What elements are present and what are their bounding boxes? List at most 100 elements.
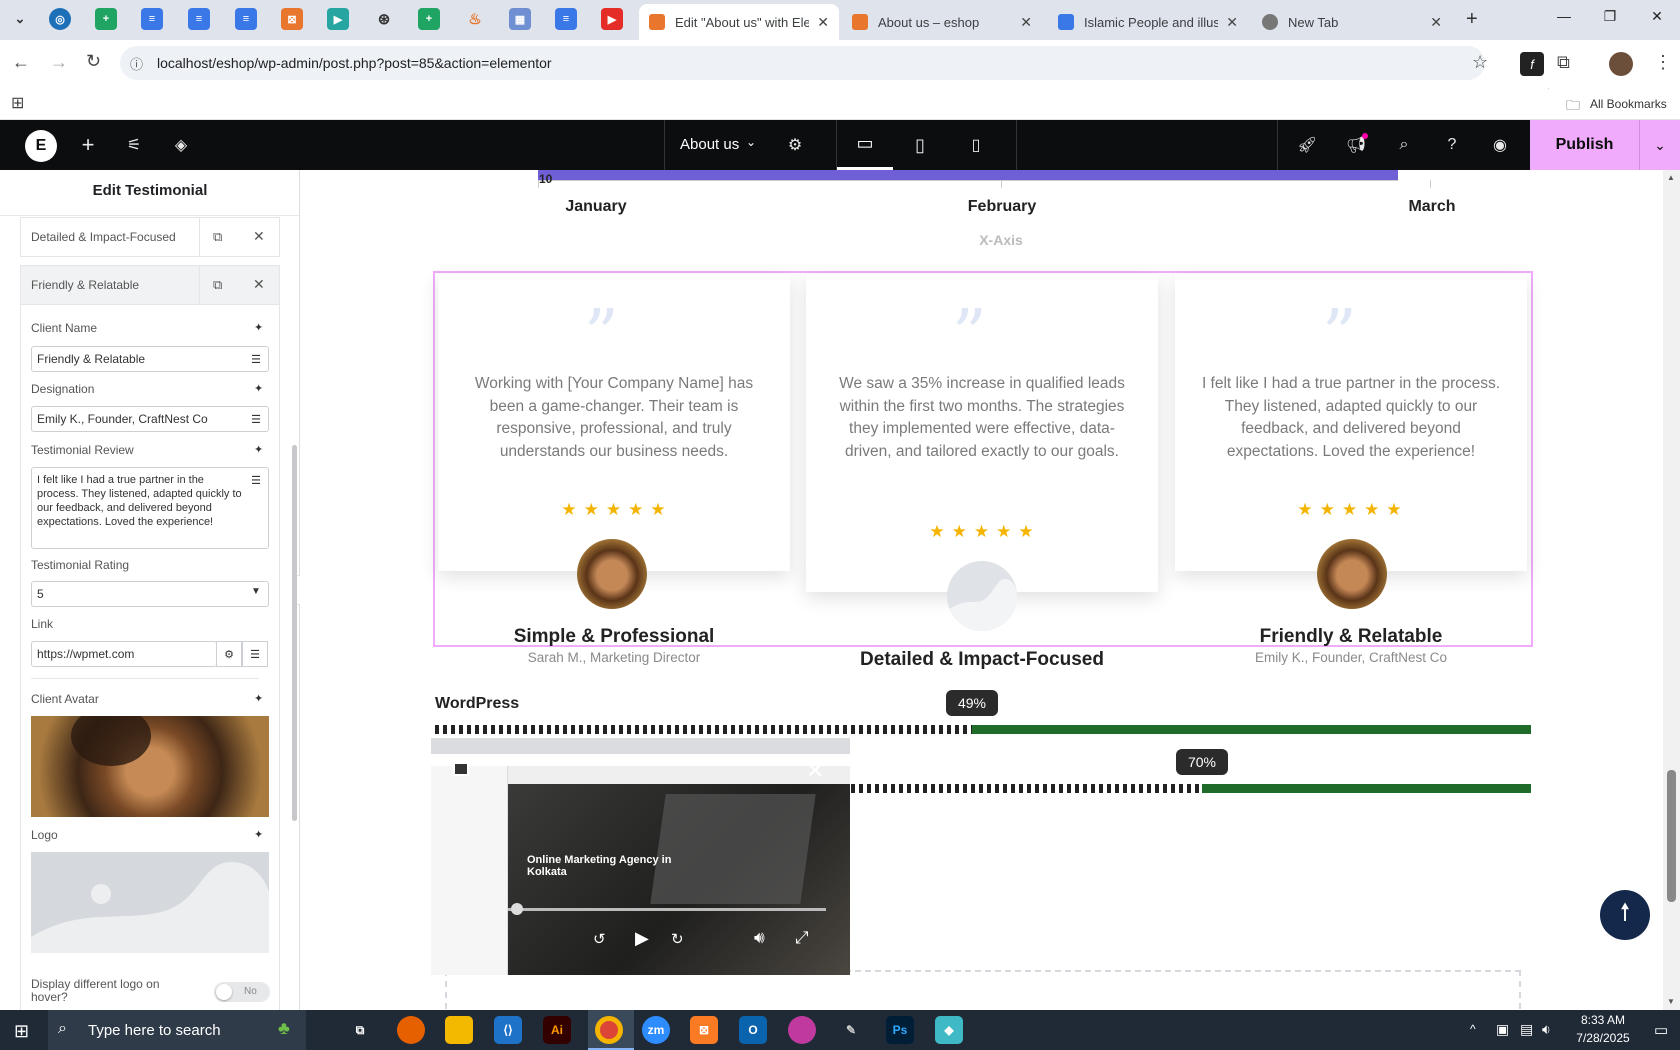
windows-start-icon[interactable]: ⊞	[14, 1021, 29, 1042]
app-tab-icon[interactable]: ▦	[509, 8, 531, 30]
link-input[interactable]: https://wpmet.com	[31, 641, 217, 667]
app-icon[interactable]: ◆	[935, 1016, 963, 1044]
volume-icon[interactable]: 🔊︎	[754, 928, 765, 948]
bookmark-star-icon[interactable]: ☆	[1472, 52, 1488, 73]
dynamic-tags-icon[interactable]: ☰	[242, 641, 268, 667]
tray-chevron-icon[interactable]: ^	[1470, 1022, 1476, 1036]
minimize-icon[interactable]: —	[1541, 8, 1587, 24]
photoshop-icon[interactable]: Ps	[886, 1016, 914, 1044]
sheets-tab-icon[interactable]: +	[95, 8, 117, 30]
page-scrollbar[interactable]: ▲ ▼	[1663, 170, 1680, 1010]
add-element-icon[interactable]: +	[77, 132, 99, 157]
repeater-item-active[interactable]: Friendly & Relatable ⧉ ✕	[20, 265, 280, 305]
all-bookmarks-label[interactable]: All Bookmarks	[1590, 97, 1667, 111]
designation-input[interactable]: Emily K., Founder, CraftNest Co	[31, 406, 269, 432]
ai-sparkle-icon[interactable]: ✦	[254, 828, 263, 841]
app-icon[interactable]	[788, 1016, 816, 1044]
publish-options-chevron-icon[interactable]: ⌄	[1639, 120, 1680, 170]
restore-icon[interactable]: ❐	[1587, 8, 1633, 25]
site-info-icon[interactable]: ⓘ	[130, 54, 143, 73]
tray-app-icon[interactable]: ▣	[1496, 1021, 1509, 1038]
elementor-logo-icon[interactable]: E	[25, 130, 57, 162]
tab-elementor-editor[interactable]: Edit "About us" with Elementor ✕	[639, 4, 839, 40]
dynamic-tags-icon[interactable]: ☰	[243, 407, 269, 431]
close-tab-icon[interactable]: ✕	[817, 14, 829, 31]
scroll-to-top-button[interactable]: 🠕	[1600, 890, 1650, 940]
docs-tab-icon[interactable]: ≡	[141, 8, 163, 30]
apps-grid-icon[interactable]: ⊞	[11, 93, 24, 113]
forward-skip-icon[interactable]: ↻	[671, 930, 684, 948]
close-tab-icon[interactable]: ✕	[1020, 14, 1032, 31]
profile-avatar[interactable]	[1609, 52, 1633, 76]
chrome-icon[interactable]	[595, 1016, 623, 1044]
pen-tool-icon[interactable]: ✎	[837, 1016, 865, 1044]
action-center-icon[interactable]: ▭	[1654, 1021, 1668, 1039]
taskbar-search-box[interactable]: ⌕ Type here to search ♣	[48, 1010, 306, 1050]
close-tab-icon[interactable]: ✕	[1226, 14, 1238, 31]
video-seek-bar[interactable]	[508, 908, 826, 911]
publish-button[interactable]: Publish	[1530, 120, 1639, 170]
rocket-icon[interactable]: 🚀︎	[1296, 134, 1318, 156]
picture-in-picture-video[interactable]: Online Marketing Agency in Kolkata ↺ ▶ ↻…	[431, 738, 850, 975]
link-options-gear-icon[interactable]: ⚙	[216, 641, 242, 667]
address-bar[interactable]: ⓘ localhost/eshop/wp-admin/post.php?post…	[120, 46, 1488, 80]
clock-time[interactable]: 8:33 AM	[1562, 1013, 1644, 1027]
tab-search-icon[interactable]: ⌄	[9, 8, 31, 30]
page-settings-gear-icon[interactable]: ⚙	[784, 134, 806, 156]
panel-scrollbar[interactable]	[292, 445, 297, 821]
extension-icon[interactable]: f	[1520, 52, 1544, 76]
pinned-tab-icon[interactable]: ◎	[49, 8, 71, 30]
app-tab-icon[interactable]: ▶	[327, 8, 349, 30]
youtube-tab-icon[interactable]: ▶	[601, 8, 623, 30]
file-explorer-icon[interactable]	[445, 1016, 473, 1044]
duplicate-icon[interactable]: ⧉	[213, 229, 222, 245]
network-icon[interactable]: ▤	[1520, 1021, 1533, 1038]
site-settings-icon[interactable]: ⚟	[123, 134, 145, 156]
desktop-view-button[interactable]: ▭	[837, 120, 893, 170]
tab-about-us[interactable]: About us – eshop ✕	[842, 4, 1042, 40]
url-text[interactable]: localhost/eshop/wp-admin/post.php?post=8…	[157, 55, 552, 71]
task-view-icon[interactable]: ⧉	[346, 1016, 374, 1044]
testimonial-rating-select[interactable]: 5	[31, 581, 269, 607]
dynamic-tags-icon[interactable]: ☰	[243, 347, 269, 371]
tablet-view-icon[interactable]: ▯	[909, 134, 931, 156]
client-name-input[interactable]: Friendly & Relatable	[31, 346, 269, 372]
volume-icon[interactable]: 🔉︎	[1542, 1021, 1551, 1038]
chevron-down-icon[interactable]: ⌄	[746, 135, 756, 149]
chrome-menu-icon[interactable]: ⋮	[1654, 52, 1672, 73]
preview-eye-icon[interactable]: ◉	[1489, 134, 1511, 156]
repeater-item[interactable]: Detailed & Impact-Focused ⧉ ✕	[20, 217, 280, 257]
hover-logo-toggle[interactable]: No	[214, 982, 270, 1002]
search-icon[interactable]: ⌕	[1393, 134, 1415, 156]
sheets-tab-icon[interactable]: +	[418, 8, 440, 30]
remove-icon[interactable]: ✕	[253, 276, 265, 293]
ai-sparkle-icon[interactable]: ✦	[254, 382, 263, 395]
illustrator-icon[interactable]: Ai	[543, 1016, 571, 1044]
mobile-view-icon[interactable]: ▯	[965, 134, 987, 156]
firefox-icon[interactable]	[397, 1016, 425, 1044]
extensions-puzzle-icon[interactable]: ⧉	[1557, 52, 1570, 73]
clock-date[interactable]: 7/28/2025	[1562, 1031, 1644, 1045]
remove-icon[interactable]: ✕	[253, 228, 265, 245]
client-avatar-image[interactable]	[31, 716, 269, 817]
video-seek-handle[interactable]	[511, 903, 523, 915]
xampp-tab-icon[interactable]: ⊠	[281, 8, 303, 30]
close-pip-icon[interactable]: ✕	[806, 758, 824, 784]
app-tab-icon[interactable]: ♨	[464, 8, 486, 30]
play-icon[interactable]: ▶	[635, 928, 649, 949]
dynamic-tags-icon[interactable]: ☰	[243, 468, 269, 492]
tab-islamic-people[interactable]: Islamic People and illustrations ✕	[1048, 4, 1248, 40]
close-tab-icon[interactable]: ✕	[1430, 14, 1442, 31]
window-close-icon[interactable]: ✕	[1634, 8, 1680, 25]
ai-sparkle-icon[interactable]: ✦	[254, 692, 263, 705]
ai-sparkle-icon[interactable]: ✦	[254, 321, 263, 334]
back-icon[interactable]: ←	[12, 52, 30, 73]
ai-sparkle-icon[interactable]: ✦	[254, 443, 263, 456]
help-icon[interactable]: ?	[1441, 134, 1463, 156]
back-to-tab-icon[interactable]	[453, 762, 469, 776]
tab-new-tab[interactable]: New Tab ✕	[1252, 4, 1452, 40]
fullscreen-icon[interactable]: ⤢	[795, 928, 809, 948]
vscode-icon[interactable]: ⟨⟩	[494, 1016, 522, 1044]
web-tab-icon[interactable]: ⊛	[373, 8, 395, 30]
testimonial-review-textarea[interactable]: I felt like I had a true partner in the …	[31, 467, 269, 549]
